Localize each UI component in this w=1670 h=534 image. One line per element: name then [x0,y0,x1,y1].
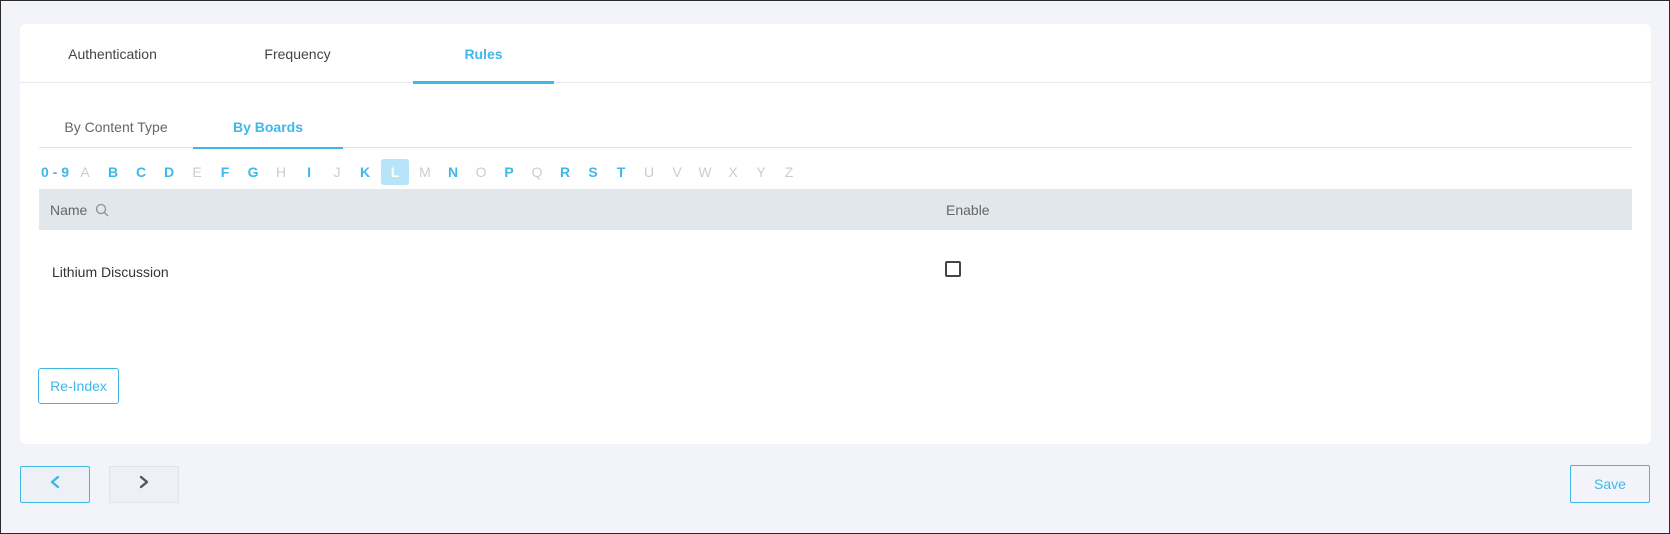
alphabet-letter-c[interactable]: C [127,159,155,185]
alphabet-letter-g[interactable]: G [239,159,267,185]
alphabet-letter-x[interactable]: X [719,159,747,185]
alphabet-letter-q[interactable]: Q [523,159,551,185]
alphabet-letter-0-9[interactable]: 0 - 9 [39,159,71,185]
alphabet-letter-d[interactable]: D [155,159,183,185]
sub-tab-bar: By Content Type By Boards [39,106,1632,149]
alphabet-letter-i[interactable]: I [295,159,323,185]
alphabet-letter-l[interactable]: L [381,159,410,185]
alphabet-letter-b[interactable]: B [99,159,127,185]
tab-by-content-type[interactable]: By Content Type [39,106,193,148]
settings-card: Authentication Frequency Rules By Conten… [20,24,1651,444]
alphabet-letter-w[interactable]: W [691,159,719,185]
save-button[interactable]: Save [1570,465,1650,503]
alphabet-letter-m[interactable]: M [411,159,439,185]
alphabet-letter-y[interactable]: Y [747,159,775,185]
alphabet-letter-k[interactable]: K [351,159,379,185]
alphabet-letter-s[interactable]: S [579,159,607,185]
alphabet-letter-a[interactable]: A [71,159,99,185]
alphabet-letter-t[interactable]: T [607,159,635,185]
reindex-button[interactable]: Re-Index [38,368,119,404]
alphabet-letter-n[interactable]: N [439,159,467,185]
alphabet-filter: 0 - 9ABCDEFGHIJKLMNOPQRSTUVWXYZ [39,159,803,185]
tab-rules[interactable]: Rules [413,24,554,84]
alphabet-letter-h[interactable]: H [267,159,295,185]
tab-frequency[interactable]: Frequency [225,24,370,83]
alphabet-letter-z[interactable]: Z [775,159,803,185]
alphabet-letter-r[interactable]: R [551,159,579,185]
table-header: Name Enable [39,189,1632,230]
alphabet-letter-v[interactable]: V [663,159,691,185]
next-button[interactable] [109,466,179,503]
top-tab-bar: Authentication Frequency Rules [20,24,1651,84]
alphabet-letter-f[interactable]: F [211,159,239,185]
tab-authentication[interactable]: Authentication [40,24,185,83]
search-icon[interactable] [95,203,109,217]
tab-by-boards[interactable]: By Boards [193,106,343,149]
alphabet-letter-e[interactable]: E [183,159,211,185]
board-name: Lithium Discussion [52,264,169,280]
table-row: Lithium Discussion [39,252,1632,292]
alphabet-letter-p[interactable]: P [495,159,523,185]
alphabet-letter-u[interactable]: U [635,159,663,185]
alphabet-letter-o[interactable]: O [467,159,495,185]
column-name-header: Name [50,189,109,230]
previous-button[interactable] [20,466,90,503]
column-name-label: Name [50,201,88,218]
chevron-left-icon [49,475,61,494]
alphabet-letter-j[interactable]: J [323,159,351,185]
enable-checkbox[interactable] [945,261,961,277]
column-enable-header: Enable [946,201,990,218]
chevron-right-icon [138,475,150,494]
